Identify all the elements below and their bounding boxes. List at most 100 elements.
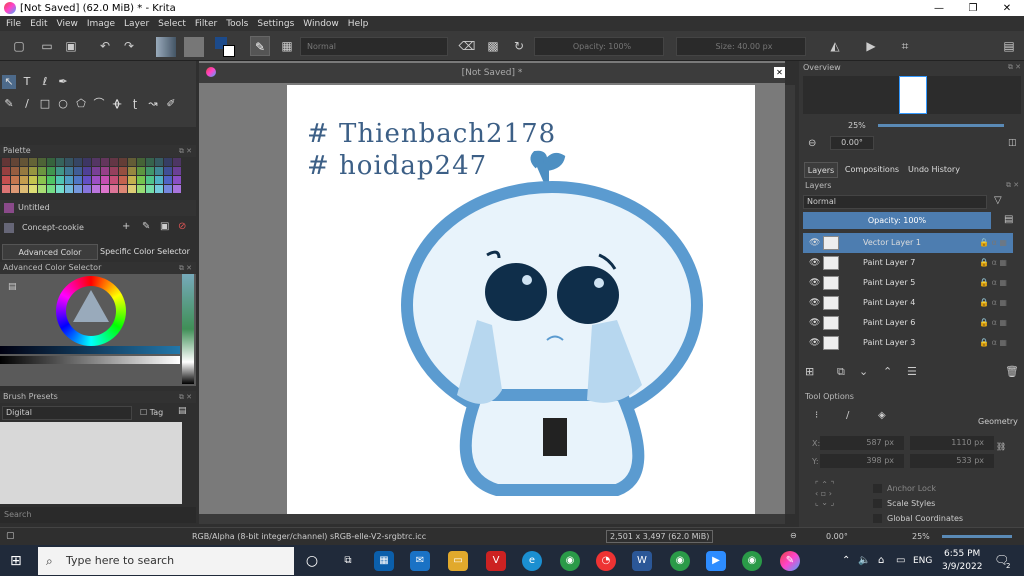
blend-mode-select[interactable]: Normal: [300, 37, 448, 56]
menu-image[interactable]: Image: [87, 19, 115, 29]
volume-icon[interactable]: 🔈: [858, 555, 870, 566]
layer-lock-icons[interactable]: 🔒 α ▦: [979, 253, 1007, 273]
edit-shapes-tool-icon[interactable]: ℓ: [38, 75, 52, 89]
menu-layer[interactable]: Layer: [124, 19, 149, 29]
app-badge-icon[interactable]: ◔: [596, 551, 616, 571]
palette-swatch[interactable]: [47, 167, 55, 175]
palette-swatch[interactable]: [137, 185, 145, 193]
palette-swatch[interactable]: [173, 158, 181, 166]
palette-swatch[interactable]: [47, 158, 55, 166]
palette-swatch[interactable]: [137, 158, 145, 166]
palette-swatch[interactable]: [92, 176, 100, 184]
calligraphy-tool-icon[interactable]: ✒: [56, 75, 70, 89]
y-position-field[interactable]: 398 px: [820, 454, 904, 468]
zoom-app-icon[interactable]: ▶: [706, 551, 726, 571]
x-position-field[interactable]: 587 px: [820, 436, 904, 450]
palette-swatch[interactable]: [110, 176, 118, 184]
word-icon[interactable]: W: [632, 551, 652, 571]
palette-swatch[interactable]: [92, 185, 100, 193]
menu-filter[interactable]: Filter: [195, 19, 217, 29]
palette-swatch[interactable]: [74, 158, 82, 166]
visibility-eye-icon[interactable]: 👁: [809, 293, 820, 313]
clock-date[interactable]: 3/9/2022: [942, 562, 982, 572]
layer-properties-button-icon[interactable]: ☰: [907, 365, 917, 378]
delete-color-icon[interactable]: ⊘: [178, 221, 186, 232]
palette-swatch[interactable]: [146, 176, 154, 184]
palette-swatch[interactable]: [155, 167, 163, 175]
chrome-icon[interactable]: ◉: [560, 551, 580, 571]
brush-preset-grid[interactable]: [0, 422, 182, 504]
chrome-icon-2[interactable]: ◉: [670, 551, 690, 571]
ellipse-tool-icon[interactable]: ○: [56, 97, 70, 111]
menu-file[interactable]: File: [6, 19, 21, 29]
minimize-button[interactable]: —: [922, 3, 956, 14]
polyline-tool-icon[interactable]: ⌒: [92, 97, 106, 111]
palette-swatch[interactable]: [128, 176, 136, 184]
store-icon[interactable]: ▦: [374, 551, 394, 571]
palette-swatch[interactable]: [110, 158, 118, 166]
pan-icon[interactable]: ▢: [6, 531, 15, 541]
palette-swatch[interactable]: [110, 167, 118, 175]
visibility-eye-icon[interactable]: 👁: [809, 333, 820, 353]
taskbar-search-box[interactable]: ⌕ Type here to search: [38, 547, 294, 575]
anchor-lock-checkbox[interactable]: [873, 484, 882, 493]
reload-preset-icon[interactable]: ↻: [510, 37, 528, 55]
palette-swatch[interactable]: [74, 167, 82, 175]
menu-window[interactable]: Window: [303, 19, 339, 29]
palette-swatch[interactable]: [20, 176, 28, 184]
brush-view-icon[interactable]: ▤: [178, 406, 187, 416]
dynamic-brush-tool-icon[interactable]: ↝: [146, 97, 160, 111]
anchor-point-grid[interactable]: ⌜ ⌃ ⌝ ‹ ▫ › ⌞ ⌄ ⌟: [815, 480, 857, 522]
file-explorer-icon[interactable]: ▭: [448, 551, 468, 571]
palette-swatch[interactable]: [56, 176, 64, 184]
visibility-eye-icon[interactable]: 👁: [809, 313, 820, 333]
palette-swatch[interactable]: [20, 167, 28, 175]
hue-wheel[interactable]: [56, 276, 126, 346]
layer-row[interactable]: 👁 Paint Layer 6 🔒 α ▦: [803, 313, 1013, 333]
palette-swatch[interactable]: [83, 176, 91, 184]
palette-swatch[interactable]: [173, 185, 181, 193]
layer-lock-icons[interactable]: 🔒 α ▦: [979, 233, 1007, 253]
docker-float-icon[interactable]: ⧉ ✕: [179, 262, 192, 274]
bezier-tool-icon[interactable]: ᚖ: [110, 97, 124, 111]
palette-swatch[interactable]: [137, 176, 145, 184]
eraser-icon[interactable]: ⌫: [458, 37, 476, 55]
palette-swatch[interactable]: [2, 158, 10, 166]
layer-lock-icons[interactable]: 🔒 α ▦: [979, 333, 1007, 353]
freehand-brush-tool-icon[interactable]: ✎: [2, 97, 16, 111]
menu-tools[interactable]: Tools: [226, 19, 248, 29]
menu-select[interactable]: Select: [158, 19, 186, 29]
network-icon[interactable]: ⌂: [878, 555, 884, 566]
brush-search-input[interactable]: Search: [0, 507, 196, 523]
brush-editor-icon[interactable]: ▦: [278, 37, 296, 55]
size-slider[interactable]: Size: 40.00 px: [676, 37, 806, 56]
layer-row[interactable]: 👁 Paint Layer 5 🔒 α ▦: [803, 273, 1013, 293]
undo-icon[interactable]: ↶: [96, 37, 114, 55]
move-layer-down-icon[interactable]: ⌄: [859, 365, 868, 378]
palette-swatch[interactable]: [119, 176, 127, 184]
palette-swatch[interactable]: [29, 185, 37, 193]
palette-swatch[interactable]: [56, 167, 64, 175]
overview-zoom-slider[interactable]: [878, 124, 1004, 127]
layer-lock-icons[interactable]: 🔒 α ▦: [979, 293, 1007, 313]
layer-opacity-slider[interactable]: Opacity: 100%: [803, 212, 991, 229]
save-palette-icon[interactable]: ▣: [160, 221, 169, 232]
windows-start-icon[interactable]: ⊞: [10, 553, 22, 569]
palette-swatch[interactable]: [47, 185, 55, 193]
saturation-triangle[interactable]: [73, 290, 109, 322]
palette-swatch[interactable]: [56, 185, 64, 193]
palette-swatch[interactable]: [110, 185, 118, 193]
document-tab[interactable]: [Not Saved] *: [199, 63, 785, 83]
layer-filter-icon[interactable]: ▽: [994, 195, 1002, 206]
horizontal-scrollbar[interactable]: [199, 514, 785, 524]
palette-swatch[interactable]: [65, 176, 73, 184]
polygon-tool-icon[interactable]: ⬠: [74, 97, 88, 111]
palette-swatch[interactable]: [29, 158, 37, 166]
color-history-strip[interactable]: [182, 274, 194, 384]
layer-lock-icons[interactable]: 🔒 α ▦: [979, 313, 1007, 333]
fill-option-icon[interactable]: ◈: [878, 410, 886, 421]
rotate-left-icon[interactable]: ⊖: [808, 138, 816, 149]
docker-close-icon-2[interactable]: ⧉ ✕: [179, 391, 192, 403]
rotation-icon[interactable]: ⊖: [790, 531, 797, 540]
palette-swatch[interactable]: [74, 176, 82, 184]
